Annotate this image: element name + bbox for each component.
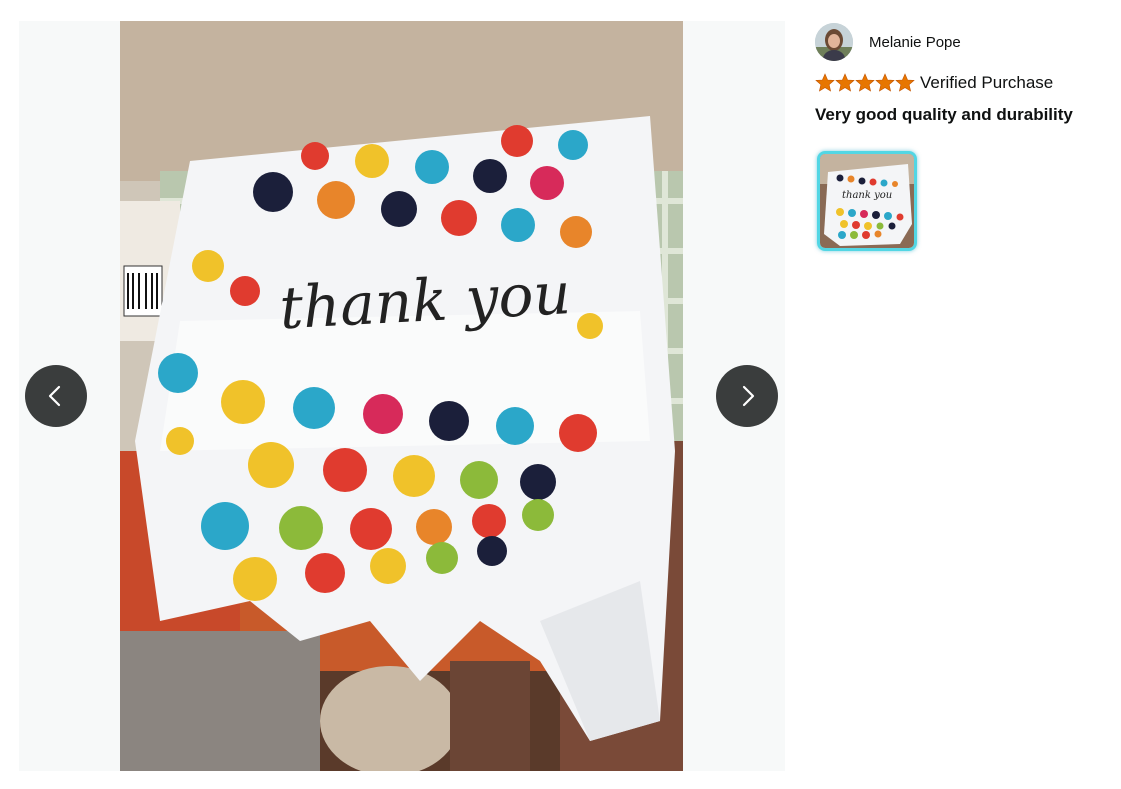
review-photo: thank you: [120, 21, 683, 771]
star-icon: [875, 73, 895, 92]
avatar: [815, 23, 853, 61]
reviewer-profile[interactable]: Melanie Pope: [815, 22, 1115, 62]
star-rating: [815, 73, 915, 93]
review-panel: Melanie Pope Verified Purchase Very good…: [815, 22, 1115, 251]
reviewer-name[interactable]: Melanie Pope: [869, 34, 961, 51]
rating-row: Verified Purchase: [815, 71, 1115, 95]
previous-image-button[interactable]: [25, 365, 87, 427]
review-title: Very good quality and durability: [815, 105, 1073, 124]
star-icon: [855, 73, 875, 92]
star-icon: [815, 73, 835, 92]
image-viewer: thank you: [19, 21, 785, 771]
chevron-right-icon: [742, 385, 755, 407]
next-image-button[interactable]: [716, 365, 778, 427]
star-icon: [895, 73, 915, 92]
review-image-thumbnail[interactable]: thank you: [817, 151, 917, 251]
verified-purchase-badge: Verified Purchase: [920, 73, 1054, 92]
star-icon: [835, 73, 855, 92]
chevron-left-icon: [48, 385, 61, 407]
thumbnail-caption-text: thank you: [842, 190, 892, 201]
